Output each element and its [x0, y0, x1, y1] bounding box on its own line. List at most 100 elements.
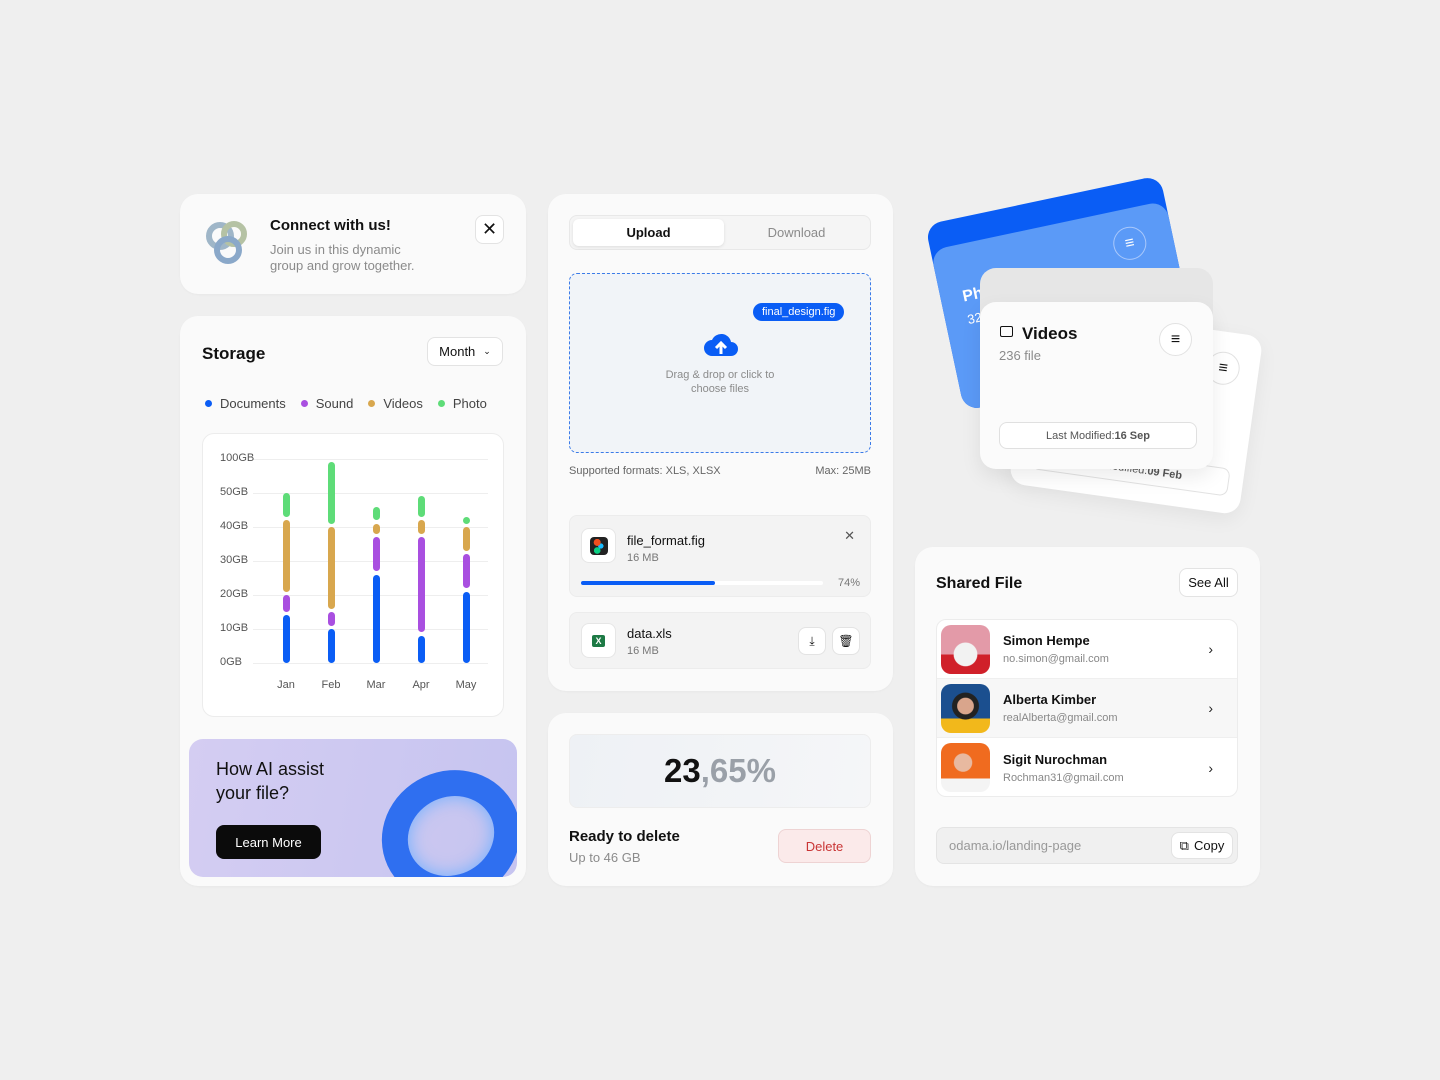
gridline	[253, 459, 488, 460]
progress-label: 74%	[837, 577, 860, 589]
x-tick-label: Jan	[277, 679, 295, 691]
legend-dot	[437, 400, 445, 407]
date: 16 Sep	[1114, 429, 1150, 442]
delete-button[interactable]: Delete	[778, 829, 871, 863]
ai-promo-banner: How AI assist your file? Learn More	[189, 739, 517, 877]
dragged-file-chip[interactable]: final_design.fig	[753, 303, 845, 321]
chevron-right-icon: ›	[1208, 700, 1213, 716]
video-camera-icon	[1000, 326, 1013, 337]
max-size: Max: 25MB	[815, 465, 871, 477]
file-name: data.xls	[627, 626, 672, 641]
label: Last Modified:	[1046, 429, 1115, 442]
videos-folder-title: Videos	[1022, 324, 1078, 343]
storage-title: Storage	[202, 344, 266, 363]
bar-documents-apr	[417, 635, 425, 663]
chevron-down-icon: ⌄	[483, 346, 491, 356]
cancel-upload-icon[interactable]: ✕	[844, 528, 855, 544]
drop-zone[interactable]: final_design.fig Drag & drop or click to…	[569, 273, 871, 453]
learn-more-button[interactable]: Learn More	[216, 825, 321, 859]
bar-videos-apr	[417, 520, 425, 534]
bar-photo-jan	[282, 493, 290, 517]
file-item-complete: X data.xls 16 MB ⤓ 🗑	[569, 612, 871, 669]
upload-tabs: Upload Download	[569, 215, 871, 250]
connect-card: Connect with us! Join us in this dynamic…	[180, 194, 526, 294]
file-size: 16 MB	[627, 645, 659, 657]
legend-label: Sound	[315, 396, 354, 411]
bar-videos-jan	[282, 520, 290, 592]
file-item-uploading: file_format.fig 16 MB ✕ 74%	[569, 515, 871, 597]
y-tick-label: 10GB	[220, 622, 249, 634]
list-item[interactable]: Alberta Kimber realAlberta@gmail.com ›	[937, 679, 1237, 738]
person-email: no.simon@gmail.com	[1003, 653, 1109, 665]
promo-title-1: How AI assist	[216, 759, 325, 779]
progress-fill	[581, 581, 716, 585]
legend-label: Videos	[383, 396, 423, 411]
avatar	[941, 743, 990, 792]
connect-text-1: Join us in this dynamic	[270, 242, 401, 257]
period-value: Month	[439, 344, 476, 359]
person-name: Simon Hempe	[1003, 633, 1090, 648]
delete-percent-box: 23,65%	[569, 734, 871, 808]
copy-label: Copy	[1193, 838, 1225, 853]
chevron-right-icon: ›	[1208, 641, 1213, 657]
share-link: odama.io/landing-page	[949, 838, 1082, 853]
connect-text-2: group and grow together.	[270, 258, 415, 273]
delete-file-button[interactable]: 🗑	[832, 627, 860, 655]
close-button[interactable]: ✕	[475, 215, 504, 244]
x-tick-label: Feb	[321, 679, 341, 691]
bar-photo-feb	[327, 461, 335, 524]
bar-photo-mar	[372, 506, 380, 521]
connect-title: Connect with us!	[270, 217, 391, 234]
bar-documents-feb	[327, 629, 335, 663]
list-item[interactable]: Simon Hempe no.simon@gmail.com ›	[937, 620, 1237, 679]
list-item[interactable]: Sigit Nurochman Rochman31@gmail.com ›	[937, 738, 1237, 796]
person-name: Sigit Nurochman	[1003, 751, 1108, 767]
delete-card: 23,65% Ready to delete Up to 46 GB Delet…	[548, 713, 893, 886]
bar-sound-apr	[417, 537, 425, 633]
delete-subtitle: Up to 46 GB	[569, 850, 641, 865]
cloud-upload-icon	[704, 333, 738, 356]
drop-text-2: choose files	[690, 383, 750, 395]
upload-card: Upload Download final_design.fig Drag & …	[548, 194, 893, 691]
y-tick-label: 20GB	[220, 588, 249, 600]
period-select[interactable]: Month ⌄	[427, 337, 503, 366]
shared-file-card: Shared File See All Simon Hempe no.simon@…	[915, 547, 1260, 886]
chart-legend: Documents Sound Videos Photo	[205, 396, 487, 411]
y-tick-label: 30GB	[220, 554, 249, 566]
tab-download[interactable]: Download	[721, 219, 872, 246]
y-tick-label: 100GB	[220, 452, 255, 464]
storage-card: Storage Month ⌄ Documents Sound Videos Photo…	[180, 316, 526, 886]
videos-folder-count: 236 file	[999, 348, 1041, 363]
videos-folder-card[interactable]: Videos 236 file ≡ Last Modified: 16 Sep	[980, 302, 1213, 469]
bar-photo-apr	[417, 496, 425, 517]
see-all-button[interactable]: See All	[1179, 568, 1238, 597]
delete-title: Ready to delete	[569, 828, 680, 845]
tab-upload[interactable]: Upload	[573, 219, 724, 246]
copy-button[interactable]: ⧉ Copy	[1171, 832, 1233, 859]
x-tick-label: Apr	[412, 679, 430, 691]
percent-rest: ,65%	[700, 752, 776, 789]
legend-dot	[368, 400, 376, 407]
excel-icon: X	[581, 623, 616, 658]
trash-icon: 🗑	[838, 634, 854, 648]
person-email: realAlberta@gmail.com	[1003, 712, 1118, 724]
share-link-field[interactable]: odama.io/landing-page ⧉ Copy	[936, 827, 1238, 864]
legend-dot	[300, 400, 308, 407]
legend-item-videos: Videos	[368, 396, 423, 411]
bar-videos-mar	[372, 523, 380, 534]
figma-icon	[581, 528, 616, 563]
chevron-right-icon: ›	[1208, 759, 1213, 776]
people-list: Simon Hempe no.simon@gmail.com › Alberta …	[936, 619, 1238, 797]
drop-text-1: Drag & drop or click to	[665, 369, 775, 381]
bar-sound-mar	[372, 537, 380, 572]
file-size: 16 MB	[627, 552, 659, 564]
legend-item-documents: Documents	[205, 396, 286, 411]
close-icon: ✕	[481, 219, 498, 239]
download-file-button[interactable]: ⤓	[798, 627, 826, 655]
bar-photo-may	[462, 516, 470, 524]
x-tick-label: May	[455, 679, 477, 691]
menu-icon[interactable]: ≡	[1159, 323, 1192, 356]
person-name: Alberta Kimber	[1003, 692, 1097, 707]
bar-documents-jan	[282, 615, 290, 663]
y-tick-label: 50GB	[220, 486, 249, 498]
